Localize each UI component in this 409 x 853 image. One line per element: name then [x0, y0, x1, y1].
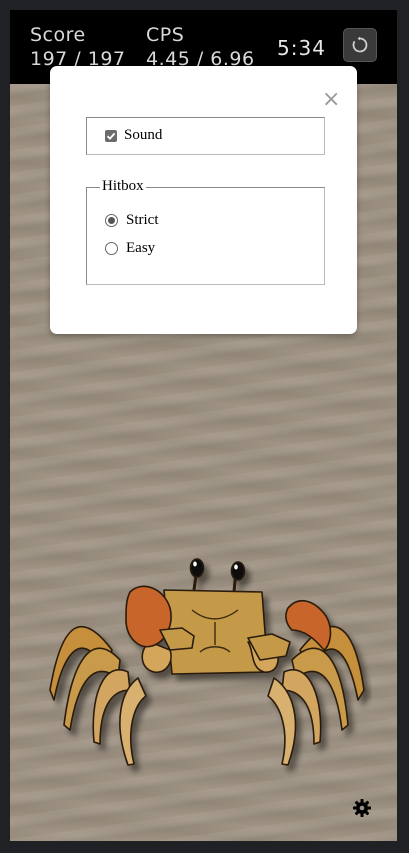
checkmark-icon — [106, 132, 116, 140]
hitbox-legend: Hitbox — [100, 178, 146, 195]
restart-icon — [352, 36, 368, 53]
sound-checkbox[interactable] — [105, 129, 117, 142]
close-icon[interactable]: × — [322, 89, 340, 111]
hitbox-option-strict[interactable]: Strict — [105, 212, 159, 229]
easy-radio[interactable] — [105, 242, 118, 255]
timer: 5:34 — [277, 36, 326, 60]
hitbox-option-easy[interactable]: Easy — [105, 240, 155, 257]
restart-button[interactable] — [343, 28, 377, 62]
hitbox-fieldset: Hitbox Strict Easy — [86, 178, 325, 285]
cps-label: CPS — [146, 24, 185, 46]
sound-fieldset: Sound — [86, 117, 325, 155]
gear-icon[interactable] — [352, 798, 372, 818]
score-label: Score — [30, 24, 86, 46]
strict-radio[interactable] — [105, 214, 118, 227]
sound-option[interactable]: Sound — [105, 127, 162, 144]
easy-label: Easy — [126, 240, 156, 256]
settings-modal: × Sound Hitbox Strict Easy — [50, 66, 357, 334]
strict-label: Strict — [126, 212, 159, 228]
sound-label: Sound — [124, 127, 163, 143]
crab-sprite[interactable] — [42, 550, 372, 780]
